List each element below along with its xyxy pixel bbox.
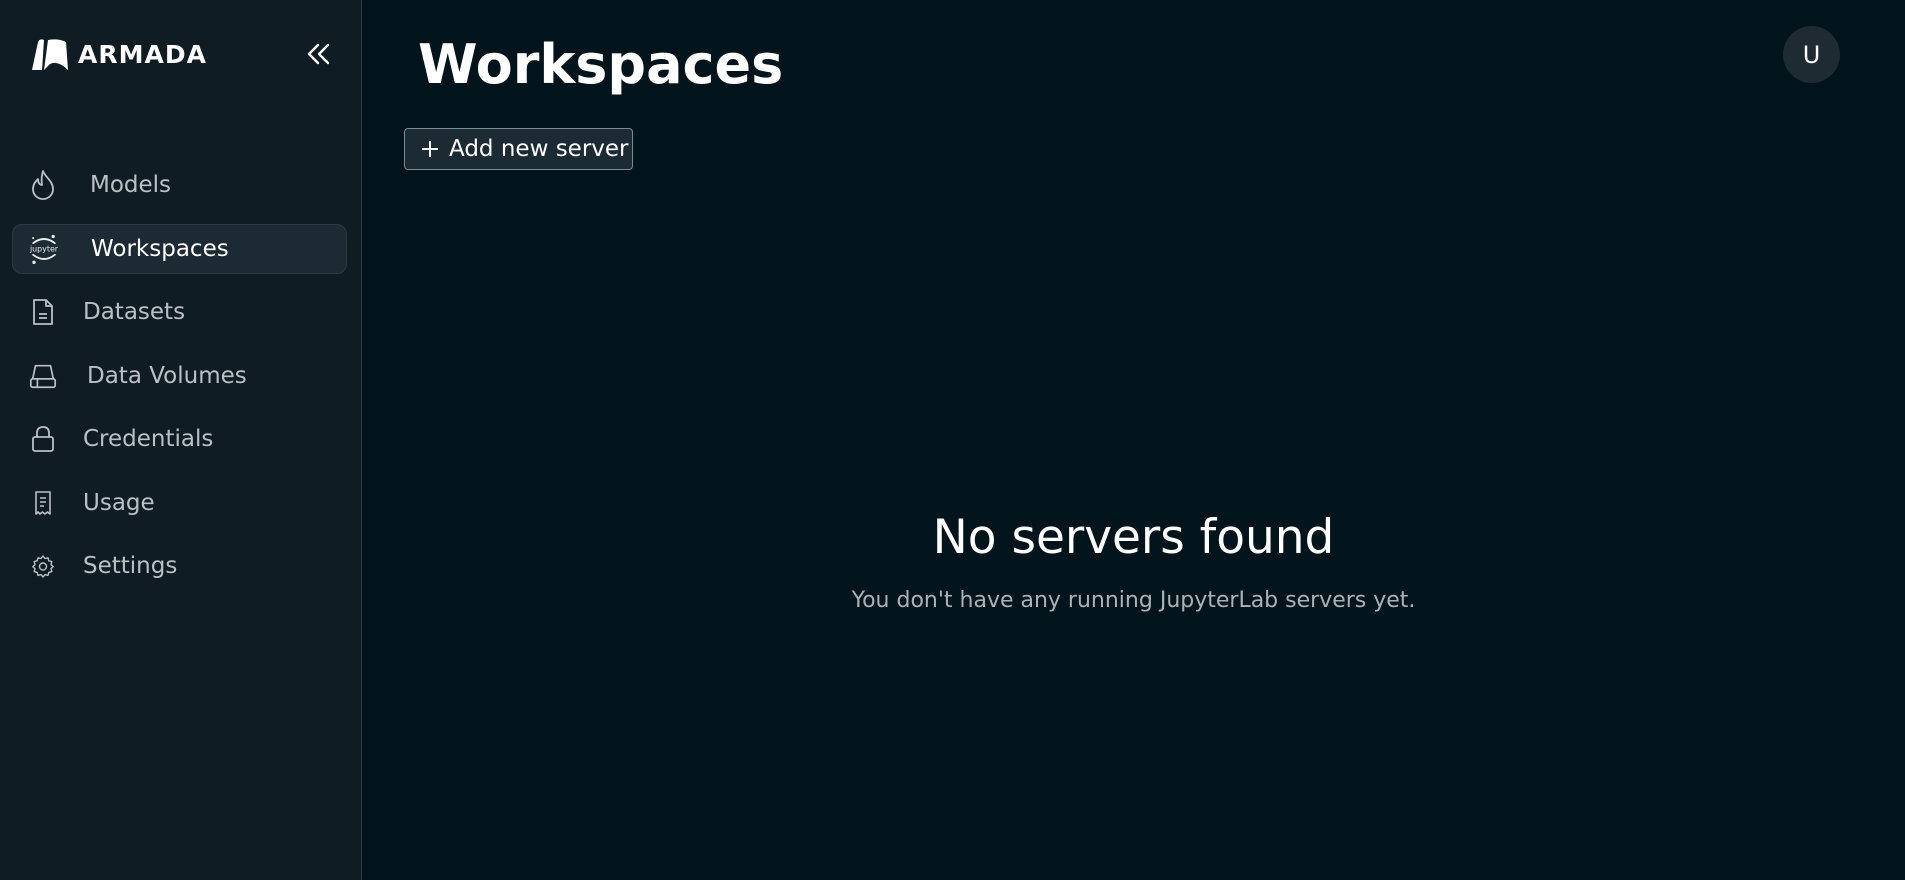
sidebar-item-credentials[interactable]: Credentials: [12, 414, 347, 464]
sidebar-item-label: Settings: [83, 553, 178, 579]
sidebar-item-label: Models: [90, 172, 172, 198]
plus-icon: [422, 141, 438, 157]
jupyter-icon: jupyter: [29, 234, 59, 264]
sidebar-item-workspaces[interactable]: jupyter Workspaces: [12, 223, 347, 274]
brand-logo[interactable]: ARMADA: [28, 34, 207, 74]
lock-icon: [28, 424, 58, 454]
collapse-sidebar-button[interactable]: [302, 38, 334, 70]
sidebar-item-usage[interactable]: Usage: [12, 478, 347, 528]
sidebar-item-datasets[interactable]: Datasets: [12, 287, 347, 337]
document-icon: [28, 297, 58, 327]
gear-icon: [28, 551, 58, 581]
sidebar: ARMADA Models jupyter Workspaces Dataset…: [0, 0, 362, 880]
add-new-server-button[interactable]: Add new server: [404, 128, 633, 170]
receipt-icon: [28, 488, 58, 518]
empty-state-subtitle: You don't have any running JupyterLab se…: [851, 588, 1416, 613]
drive-icon: [28, 361, 58, 391]
sidebar-item-label: Data Volumes: [87, 362, 247, 389]
sidebar-nav: Models jupyter Workspaces Datasets Data …: [12, 160, 347, 605]
app-name: ARMADA: [78, 39, 207, 69]
sidebar-item-data-volumes[interactable]: Data Volumes: [12, 351, 347, 401]
avatar[interactable]: U: [1783, 26, 1840, 83]
sidebar-item-label: Credentials: [83, 426, 214, 452]
sidebar-item-settings[interactable]: Settings: [12, 541, 347, 591]
flame-icon: [28, 170, 58, 200]
jupyter-icon-text: jupyter: [29, 244, 59, 253]
page-title: Workspaces: [418, 33, 784, 96]
sidebar-item-label: Datasets: [83, 299, 186, 325]
add-new-server-label: Add new server: [449, 136, 629, 162]
chevrons-left-icon: [307, 43, 330, 65]
sidebar-item-label: Usage: [83, 489, 155, 516]
armada-logo-icon: [32, 39, 68, 70]
sidebar-item-models[interactable]: Models: [12, 160, 347, 210]
sidebar-item-label: Workspaces: [91, 235, 229, 262]
empty-state-title: No servers found: [932, 510, 1335, 565]
